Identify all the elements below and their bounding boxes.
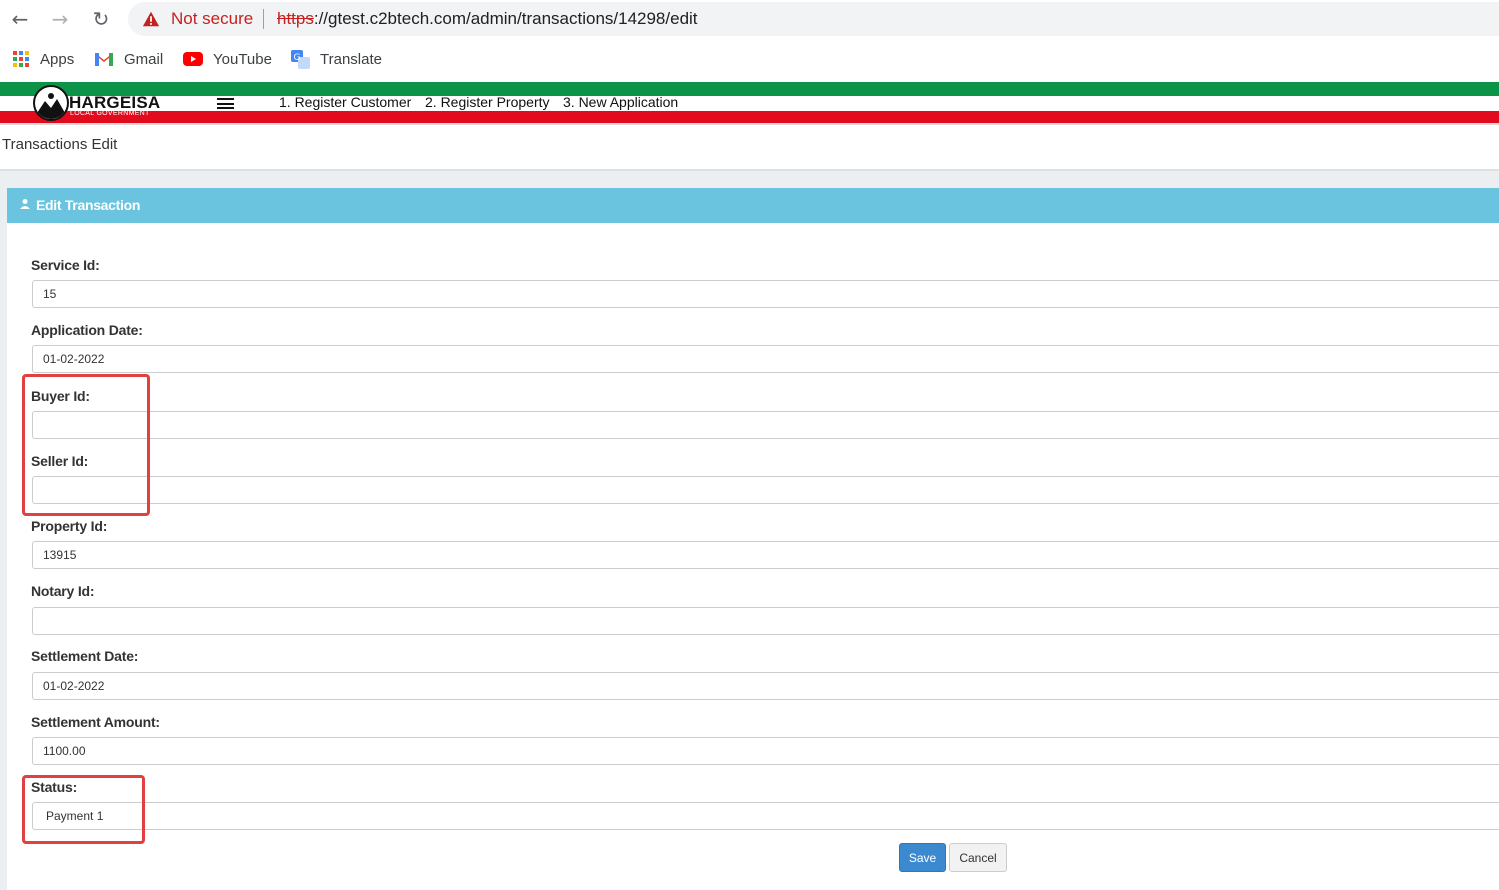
url-text: https://gtest.c2btech.com/admin/transact…	[277, 9, 698, 29]
logo-emblem-icon[interactable]	[33, 85, 69, 121]
bookmark-label: Apps	[40, 50, 75, 68]
notary-id-input[interactable]	[32, 607, 1499, 635]
seller-id-input[interactable]	[32, 476, 1499, 504]
menu-new-application[interactable]: 3. New Application	[563, 94, 678, 110]
gmail-icon	[95, 53, 113, 66]
menu-register-customer[interactable]: 1. Register Customer	[279, 94, 411, 110]
property-id-label: Property Id:	[31, 518, 108, 534]
settlement-amount-input[interactable]	[32, 737, 1499, 765]
apps-grid-icon	[13, 51, 29, 67]
browser-toolbar: ← → ↻ Not secure https://gtest.c2btech.c…	[0, 0, 1499, 38]
flag-stripe-red	[0, 111, 1499, 123]
bookmarks-bar: Apps Gmail YouTube G Translate	[0, 44, 1499, 74]
panel-title: Edit Transaction	[36, 197, 141, 213]
annotation-box-buyer-seller	[22, 374, 150, 516]
user-icon	[20, 199, 30, 209]
reload-icon[interactable]: ↻	[88, 6, 114, 32]
page-title: Transactions Edit	[2, 136, 118, 153]
service-id-label: Service Id:	[31, 257, 100, 273]
bookmark-translate[interactable]: G Translate	[291, 49, 382, 69]
annotation-box-status	[22, 775, 145, 844]
header-shadow	[0, 123, 1499, 125]
logo-subtitle: LOCAL GOVERNMENT	[70, 110, 150, 117]
application-date-input[interactable]	[32, 345, 1499, 373]
not-secure-label: Not secure	[171, 9, 254, 28]
edit-transaction-panel: Edit Transaction Service Id: Application…	[7, 188, 1499, 890]
bookmark-label: Gmail	[124, 50, 164, 68]
address-bar[interactable]: Not secure https://gtest.c2btech.com/adm…	[128, 2, 1499, 36]
application-date-label: Application Date:	[31, 322, 143, 338]
buyer-id-input[interactable]	[32, 411, 1499, 439]
service-id-input[interactable]	[32, 280, 1499, 308]
bookmark-label: YouTube	[213, 50, 272, 68]
translate-icon: G	[291, 49, 310, 69]
youtube-icon	[183, 52, 203, 66]
notary-id-label: Notary Id:	[31, 583, 95, 599]
svg-text:G: G	[294, 53, 301, 63]
back-arrow-icon[interactable]: ←	[7, 6, 33, 32]
cancel-button[interactable]: Cancel	[949, 843, 1007, 872]
property-id-input[interactable]	[32, 541, 1499, 569]
settlement-amount-label: Settlement Amount:	[31, 714, 160, 730]
flag-stripe-green	[0, 82, 1499, 96]
url-rest: ://gtest.c2btech.com/admin/transactions/…	[313, 9, 698, 28]
url-scheme: https	[277, 9, 314, 28]
hamburger-menu-icon[interactable]	[217, 98, 234, 109]
bookmark-apps[interactable]: Apps	[12, 49, 74, 69]
save-button[interactable]: Save	[899, 843, 946, 872]
status-input[interactable]	[32, 802, 1499, 830]
warning-icon	[142, 11, 160, 27]
bookmark-youtube[interactable]: YouTube	[183, 49, 272, 69]
settlement-date-input[interactable]	[32, 672, 1499, 700]
settlement-date-label: Settlement Date:	[31, 648, 139, 664]
app-header: HARGEISA LOCAL GOVERNMENT 1. Register Cu…	[0, 82, 1499, 125]
omnibox-separator	[263, 9, 264, 29]
panel-header: Edit Transaction	[7, 188, 1499, 223]
forward-arrow-icon[interactable]: →	[47, 6, 73, 32]
menu-register-property[interactable]: 2. Register Property	[425, 94, 550, 110]
bookmark-label: Translate	[320, 50, 382, 68]
bookmark-gmail[interactable]: Gmail	[94, 49, 163, 69]
